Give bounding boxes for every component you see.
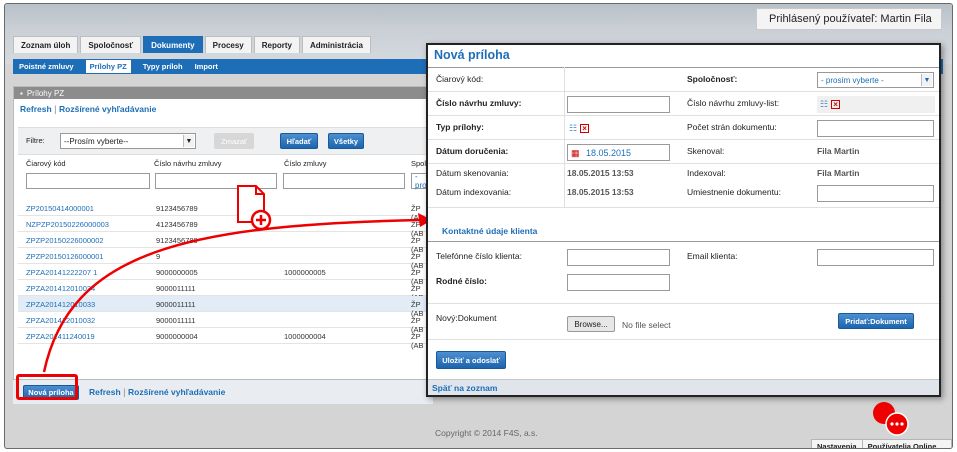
proposal-list-label: Číslo návrhu zmluvy-list:	[687, 98, 780, 108]
contact-section-title: Kontaktné údaje klienta	[442, 226, 538, 236]
birth-number-label: Rodné číslo:	[436, 276, 488, 286]
scanned-label: Skenoval:	[687, 146, 725, 156]
scan-date-value: 18.05.2015 13:53	[567, 168, 634, 178]
delivery-date-value: 18.05.2015	[586, 147, 632, 158]
scan-date-label: Dátum skenovania:	[436, 168, 509, 178]
index-date-label: Dátum indexovania:	[436, 187, 512, 197]
back-to-list-link[interactable]: Späť na zoznam	[432, 383, 497, 393]
indexed-label: Indexoval:	[687, 168, 726, 178]
list-icon[interactable]: ☷	[820, 99, 828, 110]
new-attachment-modal: Nová príloha Čiarový kód: Spoločnosť: - …	[426, 43, 941, 397]
scanned-value: Fila Martin	[817, 146, 860, 156]
phone-input[interactable]	[567, 249, 670, 266]
type-label: Typ prílohy:	[436, 122, 485, 132]
proposal-list-picker: ☷ ×	[817, 96, 935, 113]
proposal-input[interactable]	[567, 96, 670, 113]
phone-label: Telefónne číslo klienta:	[436, 251, 522, 261]
indexed-value: Fila Martin	[817, 168, 860, 178]
browse-button[interactable]: Browse...	[567, 316, 615, 332]
pages-input[interactable]	[817, 120, 934, 137]
email-label: Email klienta:	[687, 251, 738, 261]
new-document-label: Nový:Dokument	[436, 313, 497, 323]
type-picker: ☷ ×	[567, 120, 670, 137]
location-input[interactable]	[817, 185, 934, 202]
add-document-button[interactable]: Pridať:Dokument	[838, 313, 914, 329]
delivery-label: Dátum doručenia:	[436, 146, 509, 156]
email-input[interactable]	[817, 249, 934, 266]
save-send-button[interactable]: Uložiť a odoslať	[436, 351, 506, 369]
document-add-icon	[237, 185, 272, 231]
pages-label: Počet strán dokumentu:	[687, 122, 777, 132]
barcode-label: Čiarový kód:	[436, 74, 484, 84]
proposal-label: Číslo návrhu zmluvy:	[436, 98, 522, 108]
index-date-value: 18.05.2015 13:53	[567, 187, 634, 197]
company-select[interactable]: - prosím vyberte - ▼	[817, 72, 934, 88]
company-select-value: - prosím vyberte -	[821, 75, 884, 85]
clear-icon[interactable]: ×	[580, 124, 590, 133]
list-icon[interactable]: ☷	[569, 123, 577, 134]
company-label: Spoločnosť:	[687, 74, 738, 84]
birth-number-input[interactable]	[567, 274, 670, 291]
chat-icon	[873, 402, 909, 436]
modal-title: Nová príloha	[434, 48, 510, 62]
chevron-down-icon: ▼	[921, 74, 932, 86]
clear-icon[interactable]: ×	[831, 100, 841, 109]
calendar-icon[interactable]: ▦	[571, 148, 580, 159]
annotation-arrow-curve	[42, 218, 421, 373]
location-label: Umiestnenie dokumentu:	[687, 187, 782, 197]
delivery-date-input[interactable]: ▦ 18.05.2015	[567, 144, 670, 161]
no-file-text: No file select	[622, 320, 671, 330]
modal-footer: Späť na zoznam	[428, 379, 939, 395]
